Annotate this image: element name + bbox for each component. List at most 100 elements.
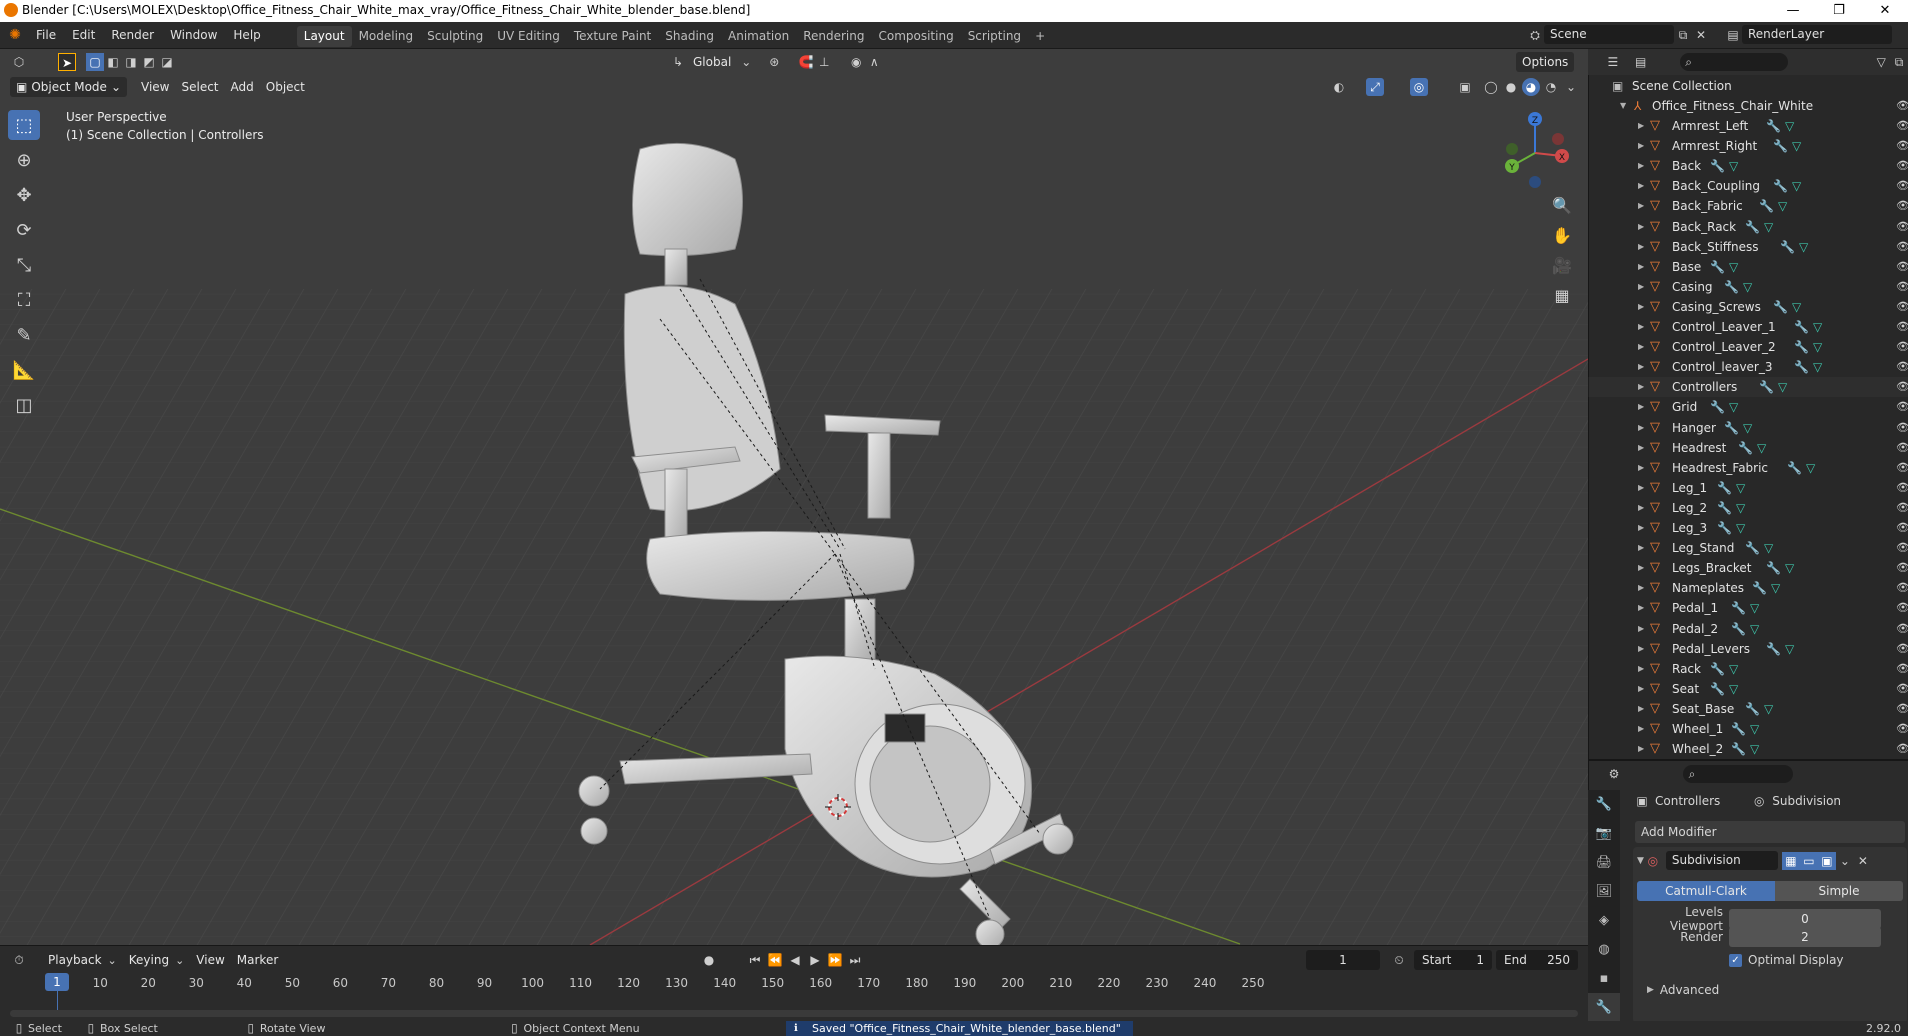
mesh-data-icon[interactable]: ▽: [1750, 622, 1759, 636]
menu-render[interactable]: Render: [103, 22, 162, 49]
visibility-eye-icon[interactable]: 👁: [1896, 337, 1908, 357]
visibility-eye-icon[interactable]: 👁: [1896, 639, 1908, 659]
scene-icon[interactable]: ⛭: [1526, 26, 1544, 44]
expand-right-icon[interactable]: ▶: [1638, 397, 1644, 417]
filter-icon[interactable]: ▽: [1872, 53, 1890, 71]
wrench-icon[interactable]: 🔧: [1738, 441, 1753, 455]
mesh-data-icon[interactable]: ▽: [1785, 119, 1794, 133]
snap-target-icon[interactable]: ⊥: [815, 53, 833, 71]
new-collection-icon[interactable]: ⧉: [1890, 53, 1908, 71]
blender-menu-icon[interactable]: ✺: [6, 26, 24, 44]
expand-right-icon[interactable]: ▶: [1638, 277, 1644, 297]
workspace-tab-uv-editing[interactable]: UV Editing: [490, 26, 567, 47]
wrench-icon[interactable]: 🔧: [1794, 360, 1809, 374]
mesh-data-icon[interactable]: ▽: [1771, 581, 1780, 595]
expand-right-icon[interactable]: ▶: [1638, 357, 1644, 377]
rotate-tool-icon[interactable]: ⟳: [8, 215, 40, 245]
wrench-icon[interactable]: 🔧: [1724, 421, 1739, 435]
expand-right-icon[interactable]: ▶: [1638, 699, 1644, 719]
visibility-eye-icon[interactable]: 👁: [1896, 478, 1908, 498]
outliner-row[interactable]: ▶ ▽ Base 🔧 ▽ 👁: [1588, 257, 1908, 277]
visibility-eye-icon[interactable]: 👁: [1896, 156, 1908, 176]
wrench-icon[interactable]: 🔧: [1717, 521, 1732, 535]
mesh-data-icon[interactable]: ▽: [1785, 642, 1794, 656]
wrench-icon[interactable]: 🔧: [1717, 501, 1732, 515]
wrench-icon[interactable]: 🔧: [1710, 159, 1725, 173]
visibility-eye-icon[interactable]: 👁: [1896, 277, 1908, 297]
expand-right-icon[interactable]: ▶: [1638, 337, 1644, 357]
transform-orientation-icon[interactable]: ↳: [669, 53, 687, 71]
viewport-menu-object[interactable]: Object: [260, 77, 311, 97]
toggle-xray-icon[interactable]: ▣: [1456, 78, 1474, 96]
wrench-icon[interactable]: 🔧: [1731, 601, 1746, 615]
visibility-eye-icon[interactable]: 👁: [1896, 357, 1908, 377]
mesh-data-icon[interactable]: ▽: [1736, 481, 1745, 495]
wrench-icon[interactable]: 🔧: [1710, 400, 1725, 414]
wrench-icon[interactable]: 🔧: [1759, 380, 1774, 394]
outliner-row[interactable]: ▶ ▽ Leg_3 🔧 ▽ 👁: [1588, 518, 1908, 538]
visibility-eye-icon[interactable]: 👁: [1896, 297, 1908, 317]
wrench-icon[interactable]: 🔧: [1773, 179, 1788, 193]
object-tab-icon[interactable]: ▪: [1588, 964, 1620, 993]
scale-tool-icon[interactable]: ⤡: [8, 250, 40, 280]
wrench-icon[interactable]: 🔧: [1731, 722, 1746, 736]
expand-right-icon[interactable]: ▶: [1638, 639, 1644, 659]
visibility-eye-icon[interactable]: 👁: [1896, 377, 1908, 397]
display-mode-icon[interactable]: ▤: [1632, 53, 1650, 71]
menu-window[interactable]: Window: [162, 22, 225, 49]
expand-right-icon[interactable]: ▶: [1638, 196, 1644, 216]
levels-viewport-field[interactable]: 0: [1729, 909, 1881, 929]
outliner-row[interactable]: ▶ ▽ Nameplates 🔧 ▽ 👁: [1588, 578, 1908, 598]
wrench-icon[interactable]: 🔧: [1787, 461, 1802, 475]
workspace-tab-rendering[interactable]: Rendering: [796, 26, 871, 47]
mesh-data-icon[interactable]: ▽: [1799, 240, 1808, 254]
select-mode-new-icon[interactable]: ▢: [86, 53, 104, 71]
expand-right-icon[interactable]: ▶: [1638, 518, 1644, 538]
mesh-data-icon[interactable]: ▽: [1806, 461, 1815, 475]
expand-right-icon[interactable]: ▶: [1638, 217, 1644, 237]
viewport-menu-add[interactable]: Add: [225, 77, 260, 97]
workspace-tab-compositing[interactable]: Compositing: [871, 26, 960, 47]
editor-type-icon[interactable]: ⬡: [10, 53, 28, 71]
mesh-data-icon[interactable]: ▽: [1729, 400, 1738, 414]
outliner-row[interactable]: ▶ ▽ Pedal_1 🔧 ▽ 👁: [1588, 598, 1908, 618]
visibility-eye-icon[interactable]: 👁: [1896, 237, 1908, 257]
mesh-data-icon[interactable]: ▽: [1743, 280, 1752, 294]
visibility-eye-icon[interactable]: 👁: [1896, 397, 1908, 417]
wrench-icon[interactable]: 🔧: [1717, 481, 1732, 495]
mesh-data-icon[interactable]: ▽: [1729, 662, 1738, 676]
expand-right-icon[interactable]: ▶: [1638, 538, 1644, 558]
expand-right-icon[interactable]: ▶: [1638, 739, 1644, 759]
expand-right-icon[interactable]: ▶: [1638, 438, 1644, 458]
wrench-icon[interactable]: 🔧: [1745, 541, 1760, 555]
expand-right-icon[interactable]: ▶: [1638, 297, 1644, 317]
wrench-icon[interactable]: 🔧: [1710, 682, 1725, 696]
render-toggle-icon[interactable]: ▣: [1817, 851, 1836, 870]
visibility-eye-icon[interactable]: 👁: [1896, 498, 1908, 518]
outliner-row[interactable]: ▶ ▽ Casing 🔧 ▽ 👁: [1588, 277, 1908, 297]
properties-search-input[interactable]: ⌕: [1683, 765, 1793, 783]
expand-right-icon[interactable]: ▶: [1638, 257, 1644, 277]
orientation-chevron-icon[interactable]: ⌄: [737, 53, 755, 71]
outliner-row[interactable]: ▶ ▽ Rack 🔧 ▽ 👁: [1588, 659, 1908, 679]
scene-tab-icon[interactable]: ◈: [1588, 906, 1620, 935]
mesh-data-icon[interactable]: ▽: [1778, 199, 1787, 213]
expand-right-icon[interactable]: ▶: [1638, 418, 1644, 438]
visibility-eye-icon[interactable]: 👁: [1896, 619, 1908, 639]
visibility-eye-icon[interactable]: 👁: [1896, 719, 1908, 739]
show-overlays-icon[interactable]: ◎: [1410, 78, 1428, 96]
transform-orientation-dropdown[interactable]: Global: [687, 52, 737, 72]
mesh-data-icon[interactable]: ▽: [1750, 722, 1759, 736]
visibility-eye-icon[interactable]: 👁: [1896, 116, 1908, 136]
modifier-menu-chevron-icon[interactable]: ⌄: [1836, 852, 1854, 870]
move-tool-icon[interactable]: ✥: [8, 180, 40, 210]
wrench-icon[interactable]: 🔧: [1752, 581, 1767, 595]
mesh-data-icon[interactable]: ▽: [1736, 521, 1745, 535]
select-mode-intersect-icon[interactable]: ◪: [158, 53, 176, 71]
workspace-tab-shading[interactable]: Shading: [658, 26, 721, 47]
visibility-eye-icon[interactable]: 👁: [1896, 679, 1908, 699]
shading-material-icon[interactable]: ◕: [1522, 78, 1540, 96]
shading-rendered-icon[interactable]: ◔: [1542, 78, 1560, 96]
new-scene-icon[interactable]: ⧉: [1674, 26, 1692, 44]
add-workspace-button[interactable]: +: [1028, 26, 1052, 47]
